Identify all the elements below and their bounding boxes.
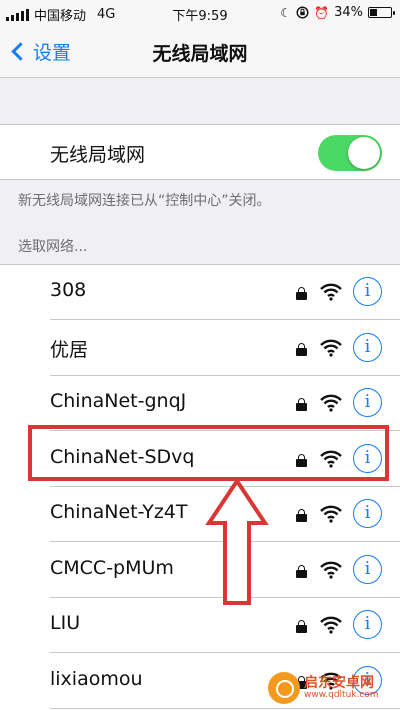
watermark-text: 启东安卓网 www.qdltuk.com <box>304 676 379 700</box>
network-list: 308 i 优居 i ChinaNet-gnqJ i ChinaNet-SDvq i China… <box>0 264 400 710</box>
alarm-icon: ⏰ <box>314 5 330 20</box>
network-row[interactable]: 优居 i <box>0 321 400 376</box>
choose-network-header: 选取网络... <box>18 239 88 255</box>
info-icon[interactable]: i <box>353 388 382 417</box>
lock-icon <box>296 342 307 356</box>
network-name: lixiaomou <box>50 667 143 690</box>
wifi-signal-icon <box>320 339 342 357</box>
up-arrow-annotation <box>205 477 269 605</box>
network-name: 308 <box>50 279 87 301</box>
navigation-bar: 设置 无线局域网 <box>0 26 400 78</box>
page-title: 无线局域网 <box>152 43 248 65</box>
battery-fill <box>370 9 377 16</box>
status-right: ☾ ⏰ 34% <box>280 5 395 20</box>
wifi-signal-icon <box>320 394 342 412</box>
wifi-signal-icon <box>320 283 342 301</box>
info-icon[interactable]: i <box>353 610 382 639</box>
moon-icon: ☾ <box>280 5 292 20</box>
switch-knob <box>348 137 380 169</box>
network-name: ChinaNet-gnqJ <box>50 390 187 412</box>
network-row[interactable]: LIU i <box>0 598 400 653</box>
wifi-toggle-label: 无线局域网 <box>50 144 146 166</box>
info-icon[interactable]: i <box>353 499 382 528</box>
rotation-lock-icon <box>296 6 309 19</box>
highlight-box <box>28 425 389 481</box>
info-icon[interactable]: i <box>353 277 382 306</box>
info-icon[interactable]: i <box>353 332 382 362</box>
network-name: 优居 <box>50 338 89 361</box>
network-row[interactable]: ChinaNet-Yz4T i <box>0 487 400 542</box>
lock-icon <box>296 398 307 411</box>
watermark-logo-icon <box>268 672 300 704</box>
network-name: CMCC-pMUm <box>50 556 174 579</box>
battery-percent: 34% <box>334 5 363 20</box>
network-name: ChinaNet-Yz4T <box>50 501 188 523</box>
network-row[interactable]: ChinaNet-gnqJ i <box>0 376 400 431</box>
lock-icon <box>296 509 307 522</box>
watermark-title: 启东安卓网 <box>304 674 374 691</box>
wifi-signal-icon <box>320 561 342 579</box>
battery-icon <box>368 7 395 18</box>
wifi-signal-icon <box>320 616 342 634</box>
network-name: LIU <box>50 612 81 634</box>
wifi-signal-icon <box>320 505 342 523</box>
network-row[interactable]: CMCC-pMUm i <box>0 543 400 598</box>
watermark-url: www.qdltuk.com <box>304 689 379 700</box>
control-center-note: 新无线局域网连接已从“控制中心”关闭。 <box>18 193 271 209</box>
info-icon[interactable]: i <box>353 554 382 584</box>
lock-icon <box>296 620 307 633</box>
lock-icon <box>296 287 307 300</box>
network-row[interactable]: 308 i <box>0 265 400 320</box>
wifi-toggle-switch[interactable] <box>318 135 382 171</box>
wifi-toggle-cell: 无线局域网 <box>0 124 400 180</box>
watermark: 启东安卓网 www.qdltuk.com <box>268 672 379 704</box>
status-bar: 中国移动 4G 下午9:59 ☾ ⏰ 34% <box>0 0 400 26</box>
lock-icon <box>296 564 307 578</box>
